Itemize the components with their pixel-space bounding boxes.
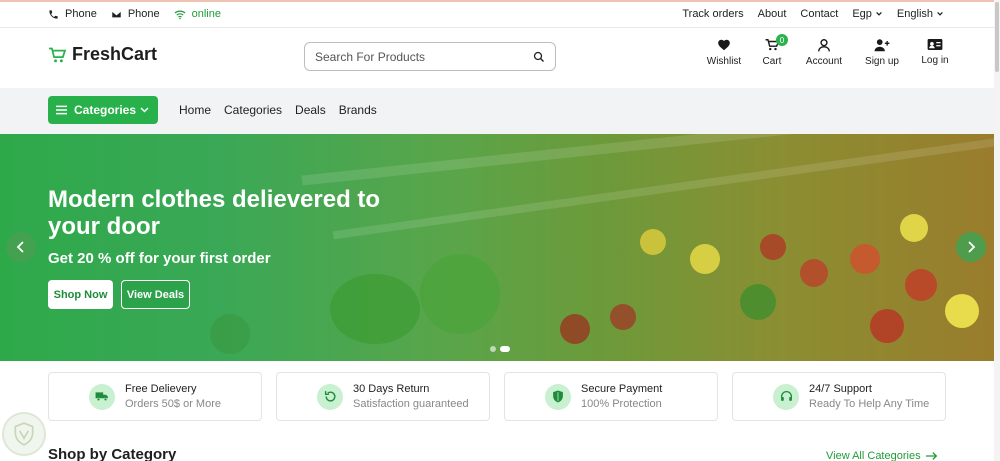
contact-link[interactable]: Contact [800,8,838,20]
main-header: FreshCart Wishlist 0 Cart Account Sign u… [0,28,1000,88]
envelope-icon [111,9,122,20]
account-button[interactable]: Account [800,38,848,67]
header-actions: Wishlist 0 Cart Account Sign up Log in [700,34,959,67]
chevron-right-icon [966,241,976,253]
about-link[interactable]: About [758,8,787,20]
page-scrollbar[interactable] [994,0,1000,461]
chevron-down-icon [139,105,150,115]
user-icon [817,38,831,52]
account-label: Account [805,56,843,67]
phone-link-1[interactable]: Phone [48,8,97,20]
feature-card: Secure Payment 100% Protection [504,372,718,421]
section-title: Shop by Category [48,446,177,461]
feature-subtitle: Ready To Help Any Time [809,398,930,410]
nav-bar: Categories Home Categories Deals Brands [0,88,1000,134]
carousel-prev-button[interactable] [6,232,36,262]
feature-card: 30 Days Return Satisfaction guaranteed [276,372,490,421]
menu-icon [56,105,67,115]
carousel-dot-2[interactable] [500,346,510,352]
chevron-down-icon [875,10,883,18]
cart-button[interactable]: 0 Cart [748,34,796,67]
language-label: English [896,8,933,20]
cart-count-badge: 0 [776,34,788,46]
online-status: online [174,8,221,20]
shop-now-button[interactable]: Shop Now [48,280,113,309]
wifi-icon [174,9,186,20]
cart-label: Cart [762,56,782,67]
feature-subtitle: 100% Protection [581,398,662,410]
carousel-dots [490,346,510,352]
top-bar: Phone Phone online Track orders About Co… [0,0,1000,28]
nav-links: Home Categories Deals Brands [179,103,377,117]
feature-subtitle: Orders 50$ or More [125,398,221,410]
wishlist-button[interactable]: Wishlist [700,38,748,67]
nav-brands[interactable]: Brands [339,103,377,117]
return-icon [317,383,343,410]
user-plus-icon [874,38,890,52]
nav-home[interactable]: Home [179,103,211,117]
cart-logo-icon [48,47,66,63]
login-button[interactable]: Log in [911,38,959,67]
carousel-dot-1[interactable] [490,346,496,352]
chevron-left-icon [16,241,26,253]
watermark-logo [2,412,46,456]
track-orders-link[interactable]: Track orders [682,8,743,20]
arrow-right-icon [925,451,938,461]
signup-label: Sign up [865,56,899,67]
phone-label: Phone [65,8,97,20]
chevron-down-icon [936,10,944,18]
logo[interactable]: FreshCart [48,44,157,65]
nav-categories[interactable]: Categories [224,103,282,117]
truck-icon [89,383,115,410]
signup-button[interactable]: Sign up [857,38,907,67]
search-bar [304,42,556,71]
feature-card: Free Delievery Orders 50$ or More [48,372,262,421]
contact-info: Phone Phone online [48,8,221,20]
phone-icon [48,9,59,20]
hero-title: Modern clothes delievered to your door [48,186,381,240]
login-label: Log in [921,55,949,66]
feature-title: Free Delievery [125,383,197,395]
headset-icon [773,383,799,410]
search-icon[interactable] [533,51,545,63]
features-row: Free Delievery Orders 50$ or More 30 Day… [48,372,946,421]
currency-label: Egp [852,8,872,20]
view-all-categories-link[interactable]: View All Categories [826,450,938,461]
view-all-label: View All Categories [826,450,921,461]
shield-icon [545,383,571,410]
wishlist-label: Wishlist [706,56,742,67]
hero-banner: Modern clothes delievered to your door G… [0,134,1000,361]
categories-dropdown-button[interactable]: Categories [48,96,158,124]
online-label: online [191,8,221,20]
view-deals-button[interactable]: View Deals [121,280,190,309]
categories-button-label: Categories [74,103,137,117]
phone-label-2: Phone [127,8,160,20]
feature-subtitle: Satisfaction guaranteed [353,398,469,410]
feature-title: 24/7 Support [809,383,872,395]
logo-text: FreshCart [72,44,158,64]
feature-title: 30 Days Return [353,383,430,395]
phone-link-2[interactable]: Phone [111,8,160,20]
hero-subtitle: Get 20 % off for your first order [48,250,271,267]
top-links: Track orders About Contact Egp English [682,8,944,20]
language-dropdown[interactable]: English [897,8,944,20]
search-input[interactable] [315,49,533,64]
currency-dropdown[interactable]: Egp [852,8,883,20]
nav-deals[interactable]: Deals [295,103,326,117]
scrollbar-thumb[interactable] [995,2,999,72]
feature-title: Secure Payment [581,383,663,395]
heart-icon [717,38,731,52]
feature-card: 24/7 Support Ready To Help Any Time [732,372,946,421]
carousel-next-button[interactable] [956,232,986,262]
id-card-icon [927,38,943,51]
